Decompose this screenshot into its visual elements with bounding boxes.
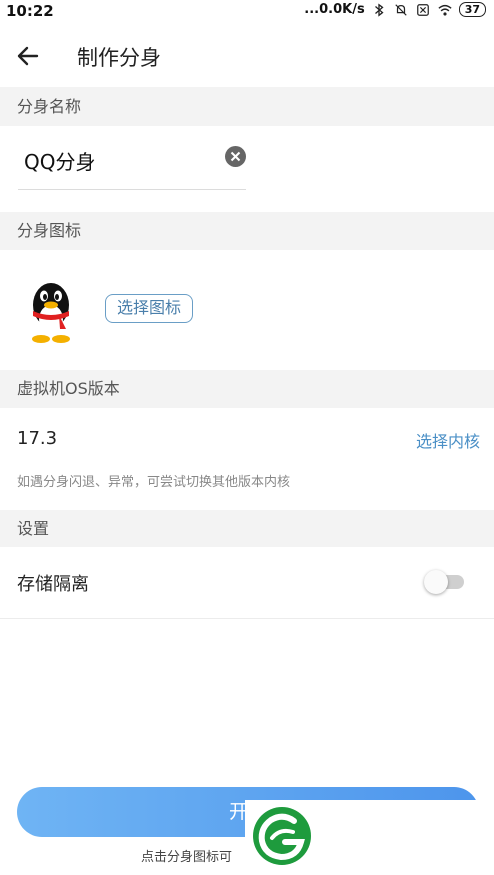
choose-icon-button[interactable]: 选择图标 bbox=[105, 294, 193, 323]
os-hint-text: 如遇分身闪退、异常，可尝试切换其他版本内核 bbox=[17, 475, 291, 490]
bluetooth-icon bbox=[374, 2, 384, 17]
wifi-icon bbox=[438, 4, 452, 16]
watermark-logo-icon bbox=[253, 807, 311, 865]
section-header-os: 虚拟机OS版本 bbox=[0, 370, 494, 408]
status-time: 10:22 bbox=[6, 2, 54, 20]
toggle-thumb bbox=[424, 570, 448, 594]
section-header-name: 分身名称 bbox=[0, 87, 494, 126]
section-header-icon: 分身图标 bbox=[0, 212, 494, 250]
status-bar: 10:22 ...0.0K/s 37 bbox=[0, 0, 494, 24]
qq-penguin-icon[interactable] bbox=[22, 275, 80, 345]
name-input-value: QQ分身 bbox=[24, 150, 96, 174]
section-header-settings: 设置 bbox=[0, 510, 494, 547]
page-title: 制作分身 bbox=[77, 46, 161, 70]
status-icons: ...0.0K/s 37 bbox=[304, 2, 486, 17]
divider bbox=[0, 618, 494, 619]
os-version-value: 17.3 bbox=[17, 428, 58, 449]
mute-icon bbox=[395, 3, 407, 16]
network-speed: ...0.0K/s bbox=[304, 2, 365, 17]
choose-kernel-link[interactable]: 选择内核 bbox=[416, 428, 480, 452]
app-bar: 制作分身 bbox=[0, 28, 494, 86]
name-input[interactable]: QQ分身 bbox=[18, 140, 246, 190]
storage-isolation-label: 存储隔离 bbox=[17, 574, 89, 595]
battery-icon: 37 bbox=[458, 2, 486, 17]
sim-off-icon bbox=[416, 3, 429, 16]
clear-icon[interactable] bbox=[225, 146, 246, 167]
arrow-left-icon[interactable] bbox=[14, 42, 42, 70]
bottom-hint-text: 点击分身图标可 bbox=[141, 850, 233, 865]
storage-isolation-toggle[interactable] bbox=[424, 570, 466, 594]
